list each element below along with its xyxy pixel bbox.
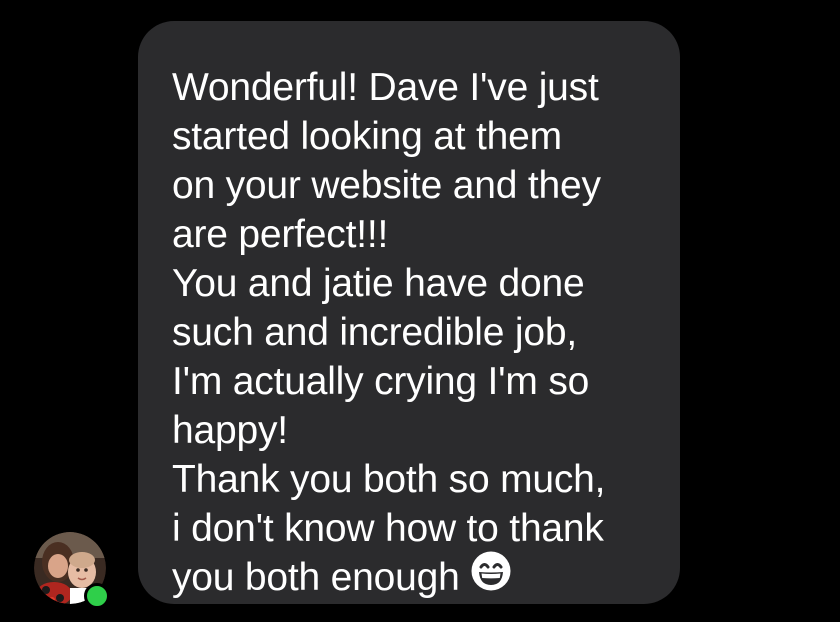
online-status-indicator — [84, 583, 110, 609]
message-line: Thank you both so much, — [172, 458, 606, 501]
message-line: Wonderful! Dave I've just — [172, 66, 599, 109]
message-line-last: you both enough — [172, 550, 654, 604]
message-line: started looking at them — [172, 115, 562, 158]
message-line: I'm actually crying I'm so — [172, 360, 590, 403]
message-line: on your website and they — [172, 164, 601, 207]
message-line-text: you both enough — [172, 556, 460, 599]
message-line: such and incredible job, — [172, 311, 577, 354]
message-line: You and jatie have done — [172, 262, 585, 305]
message-line: i don't know how to thank — [172, 507, 604, 550]
message-line: are perfect!!! — [172, 213, 389, 256]
message-bubble[interactable]: Wonderful! Dave I've just started lookin… — [138, 21, 680, 604]
grinning-emoji-icon — [470, 550, 512, 604]
message-line: happy! — [172, 409, 288, 452]
chat-screen: Wonderful! Dave I've just started lookin… — [0, 0, 840, 622]
